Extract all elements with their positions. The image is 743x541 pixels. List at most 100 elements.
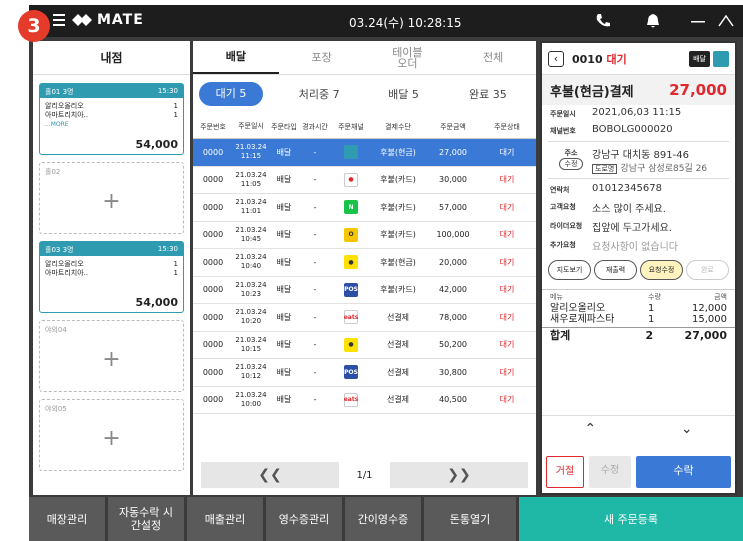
prev-page-button[interactable]: ❮❮ xyxy=(201,462,339,488)
order-type: 배달 xyxy=(276,367,292,377)
order-channel xyxy=(331,145,371,160)
sales-button[interactable]: 매출관리 xyxy=(187,497,263,541)
order-datetime: 21.03.24 10:20 xyxy=(235,308,267,326)
bell-icon[interactable] xyxy=(644,12,662,30)
scroll-down-icon[interactable]: ⌄ xyxy=(639,416,736,441)
order-status: 대기 xyxy=(499,202,515,212)
order-no: 0000 xyxy=(202,257,224,267)
order-no: 0000 xyxy=(202,230,224,240)
order-row[interactable]: 0000 21.03.24 10:20 배달 - eats 선결제 78,000 대기 xyxy=(193,304,536,332)
order-no: 0000 xyxy=(202,175,224,185)
table-card-outdoor05[interactable]: 야외05 + xyxy=(39,399,184,471)
order-status: 대기 xyxy=(499,340,515,350)
complete-button[interactable]: 완료 xyxy=(686,260,729,280)
order-row[interactable]: 0000 21.03.24 10:45 배달 - O 후불(카드) 100,000 대기 xyxy=(193,222,536,249)
order-amount: 30,000 xyxy=(439,175,467,185)
logo-icon xyxy=(72,14,92,26)
status-filters: 대기 5 처리중 7 배달 5 완료 35 xyxy=(193,79,536,109)
edit-request-button[interactable]: 요청수정 xyxy=(640,260,683,280)
order-status: 대기 xyxy=(499,395,515,405)
receipt-button[interactable]: 영수증관리 xyxy=(266,497,342,541)
tab-delivery[interactable]: 배달 xyxy=(193,41,279,74)
add-icon: + xyxy=(102,189,121,214)
order-no: 0000 xyxy=(202,312,224,322)
order-row[interactable]: 0000 21.03.24 10:23 배달 - POS 후불(카드) 42,000 대기 xyxy=(193,277,536,304)
table-total: 54,000 xyxy=(135,138,178,151)
order-elapsed: - xyxy=(313,312,317,322)
order-row[interactable]: 0000 21.03.24 10:40 배달 - ● 후불(현금) 20,000 대기 xyxy=(193,249,536,277)
n-channel-icon: N xyxy=(344,200,358,215)
scroll-up-icon[interactable]: ⌃ xyxy=(542,416,639,441)
order-type: 배달 xyxy=(276,312,292,322)
menu-icon[interactable] xyxy=(53,14,65,26)
tab-takeout[interactable]: 포장 xyxy=(279,41,365,74)
filter-delivering[interactable]: 배달 5 xyxy=(361,86,445,102)
order-status: 대기 xyxy=(499,257,515,267)
order-elapsed: - xyxy=(313,340,317,350)
edit-address-button[interactable]: 수정 xyxy=(558,158,584,170)
table-card-hall02[interactable]: 홀02 + xyxy=(39,162,184,234)
reprint-button[interactable]: 재출력 xyxy=(594,260,637,280)
tablet-channel-icon xyxy=(344,145,358,160)
order-type: 배달 xyxy=(276,175,292,185)
cash-drawer-button[interactable]: 돈통열기 xyxy=(424,497,516,541)
new-order-button[interactable]: 새 주문등록 xyxy=(519,497,743,541)
order-elapsed: - xyxy=(313,175,317,185)
auto-accept-button[interactable]: 자동수락 시간설정 xyxy=(108,497,184,541)
phone-icon[interactable] xyxy=(594,12,612,30)
add-icon: + xyxy=(102,347,121,372)
app-logo: MATE xyxy=(71,12,144,28)
more-link[interactable]: ...MORE xyxy=(40,120,183,129)
next-page-button[interactable]: ❯❯ xyxy=(390,462,528,488)
order-pay: 후불(카드) xyxy=(380,285,416,295)
order-row[interactable]: 0000 21.03.24 10:12 배달 - POS 선결제 30,800 대기 xyxy=(193,359,536,387)
table-card-hall01[interactable]: 홀01 3명 15:30 알리오올리오 1 아마트리치아.. 1 ...MORE 54… xyxy=(39,83,184,155)
order-pay: 후불(카드) xyxy=(380,202,416,212)
table-card-hall03[interactable]: 홀03 3명 15:30 알리오올리오 1 아마트리치아.. 1 54,000 xyxy=(39,241,184,313)
order-type: 배달 xyxy=(276,285,292,295)
phone-number: 01012345678 xyxy=(592,183,662,194)
clock: 03.24(수) 10:28:15 xyxy=(349,16,462,30)
order-amount: 42,000 xyxy=(439,285,467,295)
tab-all[interactable]: 전체 xyxy=(450,41,536,74)
tab-table-order[interactable]: 테이블 오더 xyxy=(365,41,451,74)
order-pay: 후불(카드) xyxy=(380,230,416,240)
map-button[interactable]: 지도보기 xyxy=(548,260,591,280)
minimize-icon[interactable] xyxy=(689,12,707,30)
order-row[interactable]: 0000 21.03.24 10:00 배달 - eats 선결제 40,500 대기 xyxy=(193,387,536,414)
order-datetime: 21.03.24 10:12 xyxy=(235,363,267,381)
order-row[interactable]: 0000 21.03.24 11:05 배달 - ● 후불(카드) 30,000 대기 xyxy=(193,167,536,194)
simple-receipt-button[interactable]: 간이영수증 xyxy=(345,497,421,541)
order-elapsed: - xyxy=(313,257,317,267)
order-elapsed: - xyxy=(313,147,317,157)
filter-processing[interactable]: 처리중 7 xyxy=(277,86,361,102)
order-datetime: 21.03.24 10:23 xyxy=(235,280,267,298)
order-datetime: 21.03.24 10:00 xyxy=(235,390,267,408)
store-management-button[interactable]: 매장관리 xyxy=(29,497,105,541)
order-type-tabs: 배달 포장 테이블 오더 전체 xyxy=(193,41,536,75)
address-block: 주소 수정 강남구 대치동 891-46 도로명 강남구 삼성로85길 26 xyxy=(542,144,735,176)
order-row[interactable]: 0000 21.03.24 11:01 배달 - N 후불(카드) 57,000 대기 xyxy=(193,194,536,222)
reject-button[interactable]: 거절 xyxy=(546,456,584,488)
brand-name: MATE xyxy=(97,12,144,28)
filter-done[interactable]: 완료 35 xyxy=(446,86,530,102)
back-button[interactable]: ‹ xyxy=(548,50,564,67)
accept-button[interactable]: 수락 xyxy=(636,456,731,488)
order-no: 0000 xyxy=(202,285,224,295)
order-pay: 선결제 xyxy=(386,340,410,350)
order-number: 0010 대기 xyxy=(572,52,627,66)
eats-channel-icon: eats xyxy=(344,392,358,407)
order-pay: 후불(현금) xyxy=(380,147,416,157)
modify-button[interactable]: 수정 xyxy=(589,456,631,488)
order-channel: N xyxy=(331,200,371,215)
order-elapsed: - xyxy=(313,230,317,240)
order-datetime: 21.03.24 11:15 xyxy=(235,143,267,161)
order-channel: POS xyxy=(331,282,371,297)
caret-up-icon[interactable] xyxy=(717,12,735,30)
filter-waiting[interactable]: 대기 5 xyxy=(199,82,263,106)
order-row[interactable]: 0000 21.03.24 11:15 배달 - 후불(현금) 27,000 대기 xyxy=(193,139,536,167)
order-no: 0000 xyxy=(202,202,224,212)
type-badge: 배달 xyxy=(689,50,710,67)
order-row[interactable]: 0000 21.03.24 10:15 배달 - ● 선결제 50,200 대기 xyxy=(193,332,536,359)
table-card-outdoor04[interactable]: 야외04 + xyxy=(39,320,184,392)
